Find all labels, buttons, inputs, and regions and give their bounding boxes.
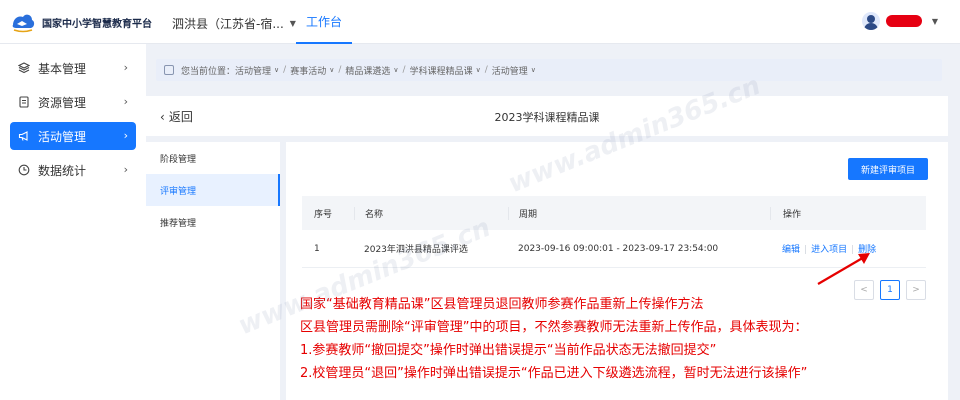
- table-header: 序号 名称 周期 操作: [302, 196, 926, 230]
- tab-review-management[interactable]: 评审管理: [146, 174, 280, 206]
- sidebar-item-label: 活动管理: [38, 129, 87, 144]
- caret-down-icon: ▼: [931, 16, 938, 26]
- annotation-line: 2.校管理员“退回”操作时弹出错误提示“作品已进入下级遴选流程，暂时无法进行该操…: [300, 366, 808, 381]
- platform-logo[interactable]: 国家中小学智慧教育平台: [10, 10, 152, 34]
- annotation-line: 区县管理员需删除“评审管理”中的项目，不然参赛教师无法重新上传作品，具体表现为：: [300, 320, 808, 335]
- header-index: 序号: [314, 209, 333, 220]
- chevron-down-icon: ∨: [393, 66, 399, 74]
- sidebar-item-label: 资源管理: [38, 95, 87, 110]
- breadcrumb-item[interactable]: 活动管理: [235, 64, 271, 77]
- clock-icon: [18, 164, 30, 176]
- sidebar-item-label: 数据统计: [38, 163, 87, 178]
- annotation-line: 国家“基础教育精品课”区县管理员退回教师参赛作品重新上传操作方法: [300, 297, 704, 312]
- breadcrumb-item[interactable]: 活动管理: [492, 64, 528, 77]
- chevron-down-icon: ∨: [530, 66, 536, 74]
- chevron-right-icon: ›: [123, 129, 128, 142]
- region-selector[interactable]: 泗洪县（江苏省-宿... ▼: [172, 15, 296, 32]
- breadcrumb-separator: /: [283, 65, 287, 75]
- cell-index: 1: [314, 243, 320, 254]
- next-page-button[interactable]: >: [906, 280, 926, 300]
- document-icon: [18, 96, 30, 108]
- cell-period: 2023-09-16 09:00:01 - 2023-09-17 23:54:0…: [518, 243, 719, 254]
- header-period: 周期: [508, 206, 770, 220]
- chevron-right-icon: ›: [123, 163, 128, 176]
- chevron-down-icon: ∨: [329, 66, 335, 74]
- top-bar: 国家中小学智慧教育平台 泗洪县（江苏省-宿... ▼ 工作台 ▼: [0, 0, 960, 44]
- breadcrumb-prefix: 您当前位置：: [181, 66, 236, 77]
- user-name-redacted: [885, 15, 922, 27]
- page-title: 2023学科课程精品课: [494, 111, 600, 124]
- logo-text: 国家中小学智慧教育平台: [42, 18, 152, 30]
- location-icon: [164, 65, 174, 75]
- annotation-text: 国家“基础教育精品课”区县管理员退回教师参赛作品重新上传操作方法 区县管理员需删…: [300, 293, 807, 385]
- breadcrumb-separator: /: [402, 65, 406, 75]
- edit-link[interactable]: 编辑: [782, 245, 800, 255]
- breadcrumb-separator: /: [484, 65, 488, 75]
- chevron-right-icon: ›: [123, 95, 128, 108]
- breadcrumb-item[interactable]: 学科课程精品课: [410, 64, 473, 77]
- workbench-label: 工作台: [306, 14, 343, 29]
- chevron-down-icon: ∨: [274, 66, 280, 74]
- breadcrumb-item[interactable]: 精品课遴选: [345, 64, 390, 77]
- megaphone-icon: [18, 130, 30, 142]
- sidebar: 基本管理 › 资源管理 › 活动管理 › 数据统计 ›: [0, 44, 146, 400]
- page-header: ‹ 返回 2023学科课程精品课: [146, 96, 948, 136]
- chevron-down-icon: ∨: [475, 66, 481, 74]
- nav-workbench[interactable]: 工作台: [296, 0, 353, 44]
- sidebar-item-basic-management[interactable]: 基本管理 ›: [10, 54, 136, 82]
- caret-down-icon: ▼: [289, 19, 296, 28]
- cell-name: 2023年泗洪县精品课评选: [364, 245, 468, 255]
- header-name: 名称: [354, 206, 508, 220]
- header-actions: 操作: [770, 206, 926, 220]
- sidebar-item-resource-management[interactable]: 资源管理 ›: [10, 88, 136, 116]
- region-label: 泗洪县（江苏省-宿...: [172, 17, 284, 31]
- chevron-right-icon: ›: [123, 61, 128, 74]
- page-1-button[interactable]: 1: [880, 280, 900, 300]
- sidebar-item-data-statistics[interactable]: 数据统计 ›: [10, 156, 136, 184]
- new-review-project-button[interactable]: 新建评审项目: [848, 158, 928, 180]
- annotation-arrow-icon: [817, 253, 870, 285]
- sidebar-item-activity-management[interactable]: 活动管理 ›: [10, 122, 136, 150]
- avatar: [861, 12, 880, 30]
- breadcrumb-separator: /: [338, 65, 342, 75]
- sidebar-item-label: 基本管理: [38, 61, 87, 76]
- breadcrumb-item[interactable]: 赛事活动: [290, 64, 326, 77]
- annotation-line: 1.参赛教师“撤回提交”操作时弹出错误提示“当前作品状态无法撤回提交”: [300, 343, 717, 358]
- logo-mark-icon: [10, 11, 36, 33]
- cube-icon: [17, 62, 31, 74]
- sub-nav: 阶段管理 评审管理 推荐管理: [146, 142, 280, 400]
- tab-stage-management[interactable]: 阶段管理: [146, 142, 280, 174]
- breadcrumb: 您当前位置： 活动管理 ∨ / 赛事活动 ∨ / 精品课遴选 ∨ / 学科课程精品课 ∨…: [156, 59, 942, 81]
- tab-recommend-management[interactable]: 推荐管理: [146, 206, 280, 238]
- user-menu[interactable]: ▼: [861, 12, 938, 30]
